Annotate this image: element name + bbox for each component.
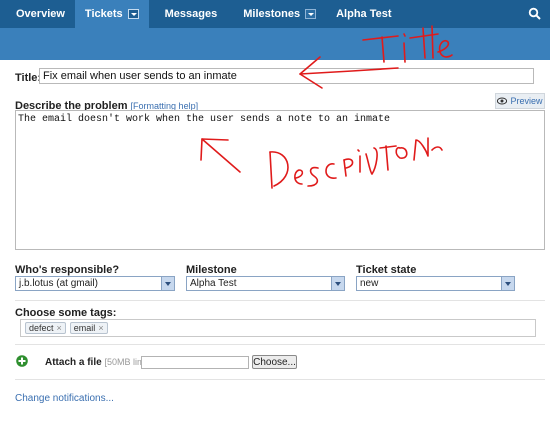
tab-label: Messages bbox=[164, 8, 218, 20]
tab-label: Alpha Test bbox=[336, 8, 392, 20]
tab-tickets[interactable]: Tickets bbox=[74, 0, 149, 28]
milestone-value: Alpha Test bbox=[190, 278, 237, 289]
choose-file-button[interactable]: Choose... bbox=[252, 355, 297, 369]
preview-label: Preview bbox=[510, 96, 543, 106]
tag-chip: defect × bbox=[25, 322, 66, 334]
chevron-down-icon[interactable] bbox=[305, 9, 317, 19]
top-nav: Overview Tickets Messages Milestones Alp… bbox=[0, 0, 550, 28]
tags-label: Choose some tags: bbox=[15, 307, 117, 319]
milestone-select[interactable]: Alpha Test bbox=[186, 276, 345, 291]
tab-label: Tickets bbox=[84, 8, 123, 20]
attach-file-label: Attach a file [50MB limit]: bbox=[45, 357, 154, 368]
chevron-down-icon[interactable] bbox=[127, 9, 139, 19]
close-icon[interactable]: × bbox=[98, 323, 103, 333]
chevron-down-icon bbox=[501, 277, 514, 290]
tag-chip: email × bbox=[69, 322, 108, 334]
preview-button[interactable]: Preview bbox=[495, 93, 545, 109]
chevron-down-icon bbox=[331, 277, 344, 290]
ticket-state-select[interactable]: new bbox=[356, 276, 515, 291]
tags-input[interactable]: defect × email × bbox=[20, 319, 536, 337]
tab-messages[interactable]: Messages bbox=[155, 0, 228, 28]
search-icon[interactable] bbox=[528, 7, 542, 21]
responsible-label: Who's responsible? bbox=[15, 264, 120, 276]
divider bbox=[15, 344, 545, 345]
chevron-down-icon bbox=[161, 277, 174, 290]
tab-label: Milestones bbox=[243, 8, 301, 20]
change-notifications-link[interactable]: Change notifications... bbox=[15, 393, 114, 404]
attach-label-text: Attach a file bbox=[45, 357, 102, 368]
ticket-state-value: new bbox=[360, 278, 379, 289]
add-icon[interactable] bbox=[16, 355, 28, 367]
tab-milestones[interactable]: Milestones bbox=[233, 0, 326, 28]
title-label: Title: bbox=[15, 72, 42, 84]
divider bbox=[15, 300, 545, 301]
ticket-state-label: Ticket state bbox=[356, 264, 417, 276]
title-input[interactable]: Fix email when user sends to an inmate bbox=[39, 68, 534, 84]
eye-icon bbox=[497, 97, 508, 105]
close-icon[interactable]: × bbox=[57, 323, 62, 333]
file-path-input[interactable] bbox=[141, 356, 249, 369]
tag-label: defect bbox=[29, 323, 54, 333]
responsible-value: j.b.lotus (at gmail) bbox=[19, 278, 98, 289]
tag-label: email bbox=[73, 323, 96, 333]
divider bbox=[15, 379, 545, 380]
tab-alpha-test[interactable]: Alpha Test bbox=[326, 0, 401, 28]
responsible-select[interactable]: j.b.lotus (at gmail) bbox=[15, 276, 175, 291]
milestone-label: Milestone bbox=[186, 264, 237, 276]
tab-overview[interactable]: Overview bbox=[0, 0, 75, 28]
tab-label: Overview bbox=[16, 8, 65, 20]
description-textarea[interactable]: The email doesn't work when the user sen… bbox=[15, 110, 545, 250]
tickets-subbar bbox=[0, 28, 550, 60]
